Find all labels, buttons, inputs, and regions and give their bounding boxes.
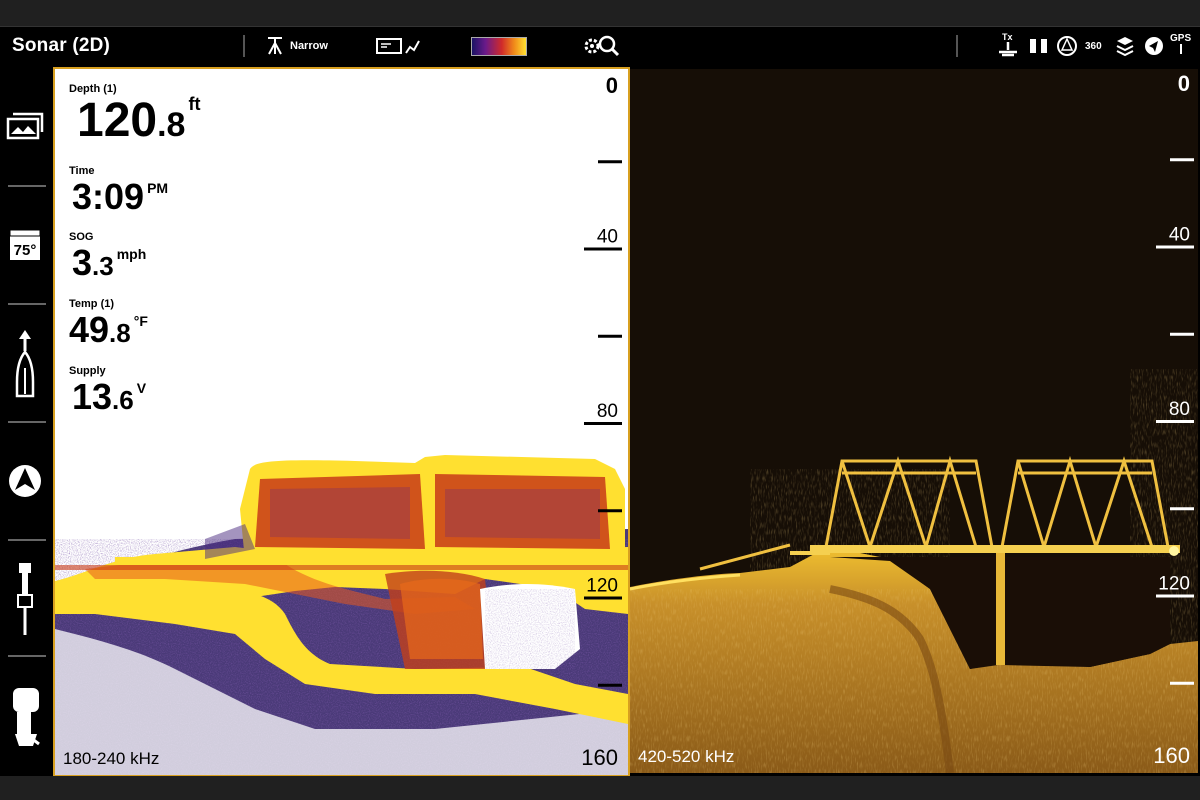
depth-scale-minor-tick bbox=[598, 509, 622, 513]
sonar-360-icon[interactable]: 360 bbox=[1085, 33, 1102, 59]
sidebar-item-heading[interactable] bbox=[0, 305, 50, 421]
beam-width-button[interactable]: Narrow bbox=[264, 33, 328, 59]
settings-zoom-icon bbox=[582, 34, 620, 58]
depth-scale-minor-tick bbox=[1170, 158, 1194, 162]
motor-icon bbox=[5, 684, 45, 750]
depth-scale-label: 120 bbox=[1158, 574, 1190, 595]
sidebar-item-views[interactable] bbox=[0, 67, 50, 183]
depth-scale-label: 80 bbox=[1169, 399, 1190, 420]
supply-unit: V bbox=[136, 380, 147, 396]
sonar-panel-high-frequency[interactable]: 0 40 80 120 160 420-520 kHz bbox=[630, 69, 1198, 773]
boat-heading-icon bbox=[10, 328, 40, 398]
depth-scale-label: 160 bbox=[581, 745, 618, 770]
sog-int: 3 bbox=[72, 242, 93, 283]
transmit-icon: Tx bbox=[996, 30, 1020, 58]
time-readout: Time 3:09 PM bbox=[69, 165, 168, 215]
sidebar-item-motor[interactable] bbox=[0, 659, 50, 775]
sidebar-item-temperature[interactable]: 75° bbox=[0, 187, 50, 303]
depth-scale-major-tick bbox=[584, 596, 622, 600]
depth-scale-minor-tick bbox=[598, 160, 622, 164]
depth-scale-major-tick bbox=[584, 247, 622, 251]
depth-scale-minor-tick bbox=[598, 683, 622, 687]
screen-frame-top bbox=[0, 0, 1200, 26]
depth-scale-label: 120 bbox=[586, 576, 618, 597]
depth-scale-label: 0 bbox=[1178, 71, 1190, 96]
tx-label: Tx bbox=[1002, 32, 1013, 42]
beam-width-label: Narrow bbox=[290, 40, 328, 52]
sidebar-item-transducer[interactable] bbox=[0, 541, 50, 657]
depth-scale-major-tick bbox=[1156, 594, 1194, 598]
sidebar-divider bbox=[8, 655, 46, 657]
temp-unit: °F bbox=[133, 313, 148, 329]
battery-status[interactable] bbox=[1027, 33, 1051, 59]
sonar-echo-image-high: 0 40 80 120 160 bbox=[630, 71, 1198, 773]
depth-scale-label: 0 bbox=[606, 73, 618, 98]
depth-unit: ft bbox=[188, 94, 201, 114]
layers-icon bbox=[1114, 34, 1136, 58]
color-palette-icon bbox=[471, 36, 527, 56]
color-palette-button[interactable] bbox=[471, 33, 527, 59]
depth-value: 120.8ft bbox=[77, 94, 201, 147]
sog-readout: SOG 3.3 mph bbox=[69, 231, 146, 281]
time-unit: PM bbox=[147, 180, 169, 196]
frequency-label-left: 180-240 kHz bbox=[63, 749, 160, 768]
navigation-icon bbox=[1143, 35, 1165, 57]
gps-status[interactable]: GPS bbox=[1170, 31, 1191, 57]
battery-icon bbox=[1027, 35, 1051, 57]
transducer-icon bbox=[13, 559, 37, 639]
depth-scale-label: 160 bbox=[1153, 743, 1190, 768]
supply-value: 13.6 V bbox=[72, 379, 146, 415]
status-bar: Sonar (2D) Narrow Tx 360 GPS bbox=[0, 26, 1200, 67]
compass-icon bbox=[1055, 34, 1079, 58]
depth-scale-major-tick bbox=[1156, 420, 1194, 423]
temp-value: 49.8 °F bbox=[69, 312, 148, 348]
settings-zoom-button[interactable] bbox=[582, 33, 620, 59]
views-icon bbox=[6, 110, 44, 140]
sidebar-item-autopilot[interactable] bbox=[0, 423, 50, 539]
sog-value: 3.3 mph bbox=[72, 245, 146, 281]
temperature-readout: Temp (1) 49.8 °F bbox=[69, 298, 148, 348]
temp-int: 49 bbox=[69, 309, 110, 350]
depth-scale-minor-tick bbox=[1170, 507, 1194, 511]
transmit-status[interactable]: Tx bbox=[996, 31, 1020, 57]
depth-scale-label: 40 bbox=[1169, 225, 1190, 246]
depth-readout: Depth (1) 120.8ft bbox=[69, 83, 200, 145]
sensitivity-button[interactable] bbox=[376, 33, 420, 59]
sog-dec: .3 bbox=[92, 251, 114, 281]
time-int: 3:09 bbox=[72, 176, 145, 217]
screen-frame-bottom bbox=[0, 776, 1200, 800]
status-divider bbox=[956, 35, 958, 57]
sog-unit: mph bbox=[116, 246, 147, 262]
beam-width-icon bbox=[264, 35, 286, 57]
temperature-label: 75° bbox=[14, 242, 37, 259]
navigation-status[interactable] bbox=[1143, 33, 1165, 59]
depth-scale-major-tick bbox=[584, 422, 622, 425]
sensitivity-icon bbox=[376, 35, 420, 57]
temperature-icon: 75° bbox=[8, 228, 42, 262]
autopilot-icon bbox=[6, 462, 44, 500]
page-title: Sonar (2D) bbox=[12, 35, 111, 56]
depth-int: 120 bbox=[77, 94, 158, 147]
depth-scale-minor-tick bbox=[1170, 681, 1194, 685]
time-value: 3:09 PM bbox=[72, 179, 168, 215]
depth-scale-minor-tick bbox=[1170, 332, 1194, 336]
sonar-panel-low-frequency[interactable]: 0 40 80 120 160 Depth (1) 120.8ft Time 3:09 P… bbox=[53, 67, 630, 777]
status-divider bbox=[243, 35, 245, 57]
depth-scale-label: 80 bbox=[597, 401, 618, 422]
depth-scale-major-tick bbox=[1156, 245, 1194, 249]
gps-label: GPS bbox=[1170, 32, 1192, 44]
supply-int: 13 bbox=[72, 376, 113, 417]
supply-dec: .6 bbox=[112, 385, 134, 415]
depth-scale-label: 40 bbox=[597, 227, 618, 248]
depth-dec: .8 bbox=[157, 106, 186, 144]
compass-status[interactable] bbox=[1055, 33, 1079, 59]
sidebar: 75° bbox=[0, 67, 50, 776]
temp-dec: .8 bbox=[109, 318, 131, 348]
supply-readout: Supply 13.6 V bbox=[69, 365, 146, 415]
layers-status[interactable] bbox=[1114, 33, 1136, 59]
depth-scale-minor-tick bbox=[598, 334, 622, 338]
gps-icon: GPS bbox=[1170, 33, 1191, 56]
frequency-label-right: 420-520 kHz bbox=[638, 747, 735, 766]
